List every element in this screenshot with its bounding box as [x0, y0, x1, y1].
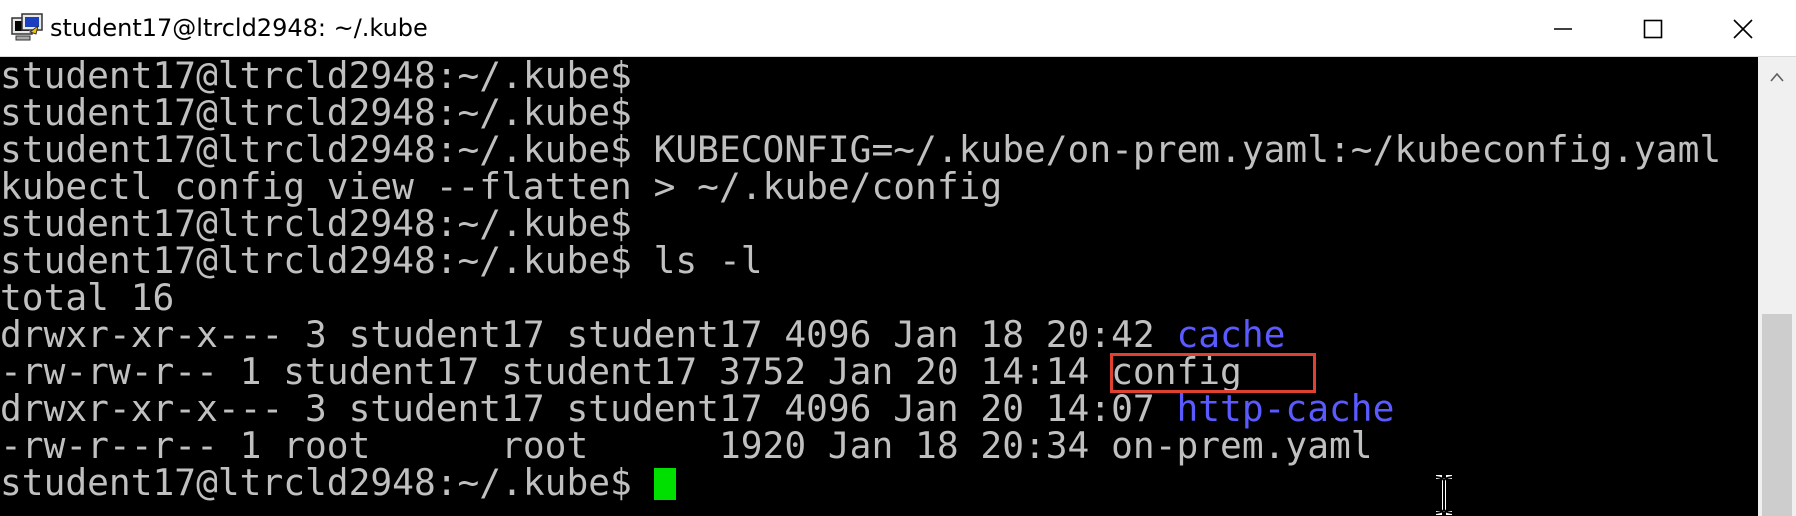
minimize-button[interactable]: [1518, 0, 1608, 57]
prompt-text: student17@ltrcld2948:~/.kube$: [0, 461, 654, 504]
text-cursor: [653, 468, 676, 500]
terminal-line: student17@ltrcld2948:~/.kube$ ls -l: [0, 239, 763, 282]
file-name: on-prem.yaml: [1111, 424, 1373, 467]
terminal-line: kubectl config view --flatten > ~/.kube/…: [0, 165, 1003, 208]
maximize-button[interactable]: [1608, 0, 1698, 57]
vertical-scrollbar[interactable]: [1758, 57, 1796, 516]
config-highlight-box: [1110, 353, 1316, 393]
maximize-icon: [1643, 19, 1663, 38]
scroll-up-arrow-icon: [1770, 72, 1784, 82]
terminal-line: student17@ltrcld2948:~/.kube$: [0, 57, 632, 97]
terminal-line: student17@ltrcld2948:~/.kube$: [0, 91, 632, 134]
file-listing-row: -rw-r--r-- 1 root root 1920 Jan 18 20:34…: [0, 427, 1373, 464]
close-button[interactable]: [1698, 0, 1788, 57]
title-bar[interactable]: student17@ltrcld2948: ~/.kube: [0, 0, 1796, 57]
scroll-thumb[interactable]: [1762, 314, 1792, 516]
terminal-line: student17@ltrcld2948:~/.kube$: [0, 202, 632, 245]
file-listing-row: -rw-rw-r-- 1 student17 student17 3752 Ja…: [0, 353, 1242, 390]
minimize-icon: [1554, 27, 1572, 30]
window-title: student17@ltrcld2948: ~/.kube: [50, 14, 428, 42]
terminal-prompt-line[interactable]: student17@ltrcld2948:~/.kube$: [0, 464, 676, 501]
terminal-line: student17@ltrcld2948:~/.kube$ KUBECONFIG…: [0, 128, 1722, 171]
file-listing-row: drwxr-xr-x--- 3 student17 student17 4096…: [0, 390, 1394, 427]
scroll-up-button[interactable]: [1758, 57, 1796, 97]
terminal-window: student17@ltrcld2948: ~/.kube student17@…: [0, 0, 1796, 516]
file-listing-row: drwxr-xr-x--- 3 student17 student17 4096…: [0, 316, 1285, 353]
ibeam-cursor-icon: [1435, 475, 1453, 515]
terminal-output[interactable]: student17@ltrcld2948:~/.kube$ student17@…: [0, 57, 1758, 516]
close-icon: [1733, 18, 1753, 39]
putty-terminal-icon[interactable]: [10, 12, 46, 44]
terminal-line: total 16: [0, 276, 175, 319]
